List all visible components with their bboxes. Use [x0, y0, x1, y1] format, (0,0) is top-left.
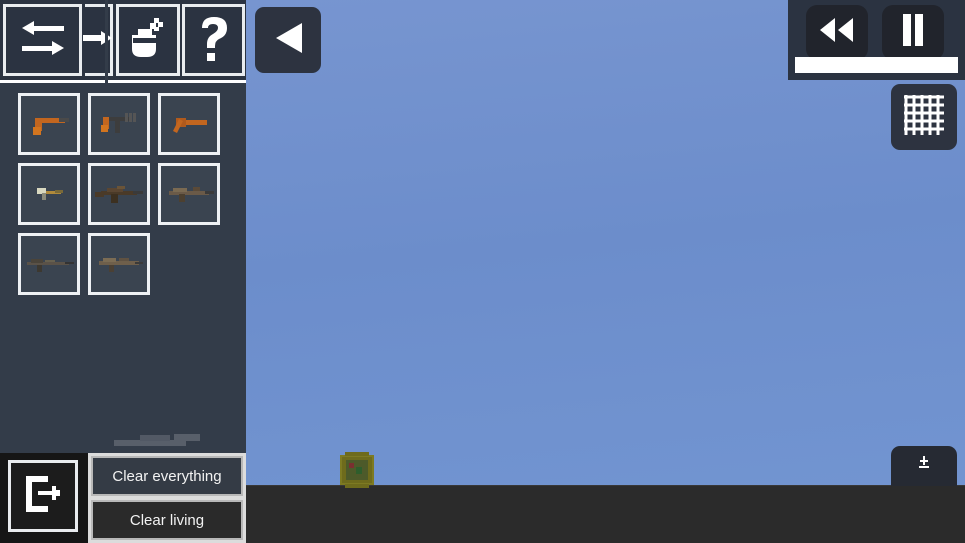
rewind-button[interactable]: [806, 5, 868, 60]
toolbar-underline-left: [0, 80, 105, 83]
question-mark-icon: [197, 15, 231, 66]
clear-living-button[interactable]: Clear living: [91, 500, 243, 540]
triangle-left-icon: [272, 21, 304, 60]
weapon-slot-machine-pistol[interactable]: [88, 93, 150, 155]
playback-panel: [788, 0, 965, 80]
weapon-slot-battle-rifle[interactable]: [158, 163, 220, 225]
playback-progress-fill: [795, 57, 958, 73]
swap-arrows-icon: [20, 20, 66, 61]
collapse-panel-button[interactable]: [891, 446, 957, 486]
tool-next-button[interactable]: [82, 4, 113, 76]
tool-swap-button[interactable]: [3, 4, 82, 76]
crate-marking-red: [349, 463, 354, 468]
clear-everything-button[interactable]: Clear everything: [91, 456, 243, 496]
toolbar-underline-right: [108, 80, 246, 83]
back-button[interactable]: [255, 7, 321, 73]
tool-grenade-button[interactable]: [116, 4, 180, 76]
crate-bottom-cap: [345, 484, 369, 488]
grid-toggle-button[interactable]: [891, 84, 957, 150]
sidebar-bottom-bar: Clear everything Clear living: [0, 453, 246, 543]
exit-door-icon: [22, 473, 64, 520]
pause-icon: [900, 13, 926, 52]
rewind-icon: [818, 17, 856, 48]
grid-icon: [904, 94, 944, 140]
weapon-slot-sniper-rifle[interactable]: [18, 233, 80, 295]
weapon-slot-sawed-off-shotgun[interactable]: [158, 93, 220, 155]
weapon-slot-pistol[interactable]: [18, 93, 80, 155]
weapon-slot-smg[interactable]: [18, 163, 80, 225]
playback-progress-bar[interactable]: [795, 57, 958, 73]
anchor-down-icon: [918, 456, 930, 475]
grenade-icon: [128, 16, 168, 65]
sidebar-toolbar: [0, 0, 246, 80]
app-root: Clear everything Clear living: [0, 0, 965, 543]
weapon-inventory-grid: [18, 93, 228, 295]
weapon-slot-marksman-rifle[interactable]: [88, 233, 150, 295]
arrow-right-icon: [82, 27, 113, 54]
ground-plane: [246, 486, 965, 543]
weapon-drag-preview: [112, 428, 204, 450]
pause-button[interactable]: [882, 5, 944, 60]
world-object-crate[interactable]: [340, 452, 374, 488]
game-viewport[interactable]: [246, 0, 965, 543]
weapon-slot-assault-rifle[interactable]: [88, 163, 150, 225]
sidebar: Clear everything Clear living: [0, 0, 246, 543]
tool-help-button[interactable]: [182, 4, 245, 76]
crate-marking-green: [356, 467, 362, 474]
exit-button[interactable]: [8, 460, 78, 532]
crate-top-cap: [345, 452, 369, 456]
clear-actions-panel: Clear everything Clear living: [88, 453, 246, 543]
toolbar-divider: [105, 0, 108, 80]
